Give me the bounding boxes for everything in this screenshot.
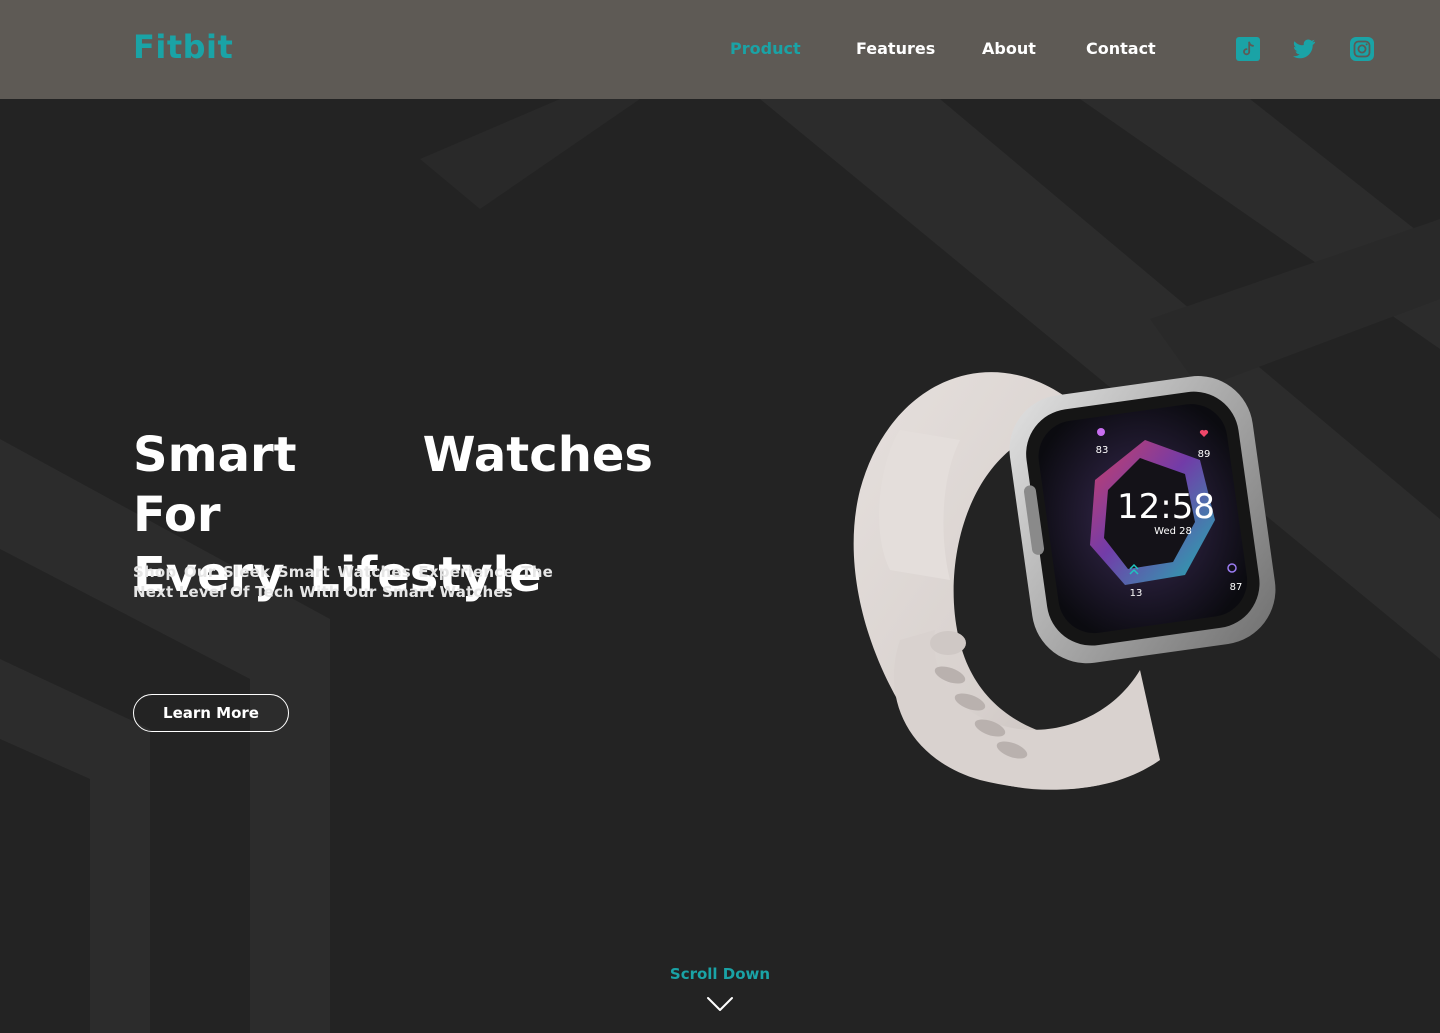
watch-stat-bottom-left: 13 (1130, 588, 1143, 599)
hero-title-line-1: Smart Watches For (133, 427, 653, 543)
nav-link-features[interactable]: Features (856, 39, 935, 58)
nav-link-contact[interactable]: Contact (1086, 39, 1156, 58)
nav-link-product[interactable]: Product (730, 39, 801, 58)
twitter-icon[interactable] (1291, 36, 1317, 62)
tiktok-icon[interactable] (1235, 36, 1261, 62)
instagram-icon[interactable] (1349, 36, 1375, 62)
hero-subtitle: Shop Our Sleek Smart Watches Experience … (133, 563, 553, 601)
watch-stat-top-right: 89 (1198, 449, 1211, 460)
watch-stat-top-left: 83 (1096, 445, 1109, 456)
learn-more-button[interactable]: Learn More (133, 694, 289, 732)
scroll-down-label[interactable]: Scroll Down (620, 965, 820, 983)
nav-links: Product Features About Contact (0, 39, 1440, 61)
top-navbar: Fitbit Product Features About Contact (0, 0, 1440, 99)
smartwatch-image: 12:58 Wed 28 83 89 13 87 (840, 340, 1280, 800)
watch-date: Wed 28 (1154, 526, 1192, 537)
nav-link-about[interactable]: About (982, 39, 1036, 58)
watch-time: 12:58 (1117, 487, 1215, 527)
watch-stat-bottom-right: 87 (1230, 582, 1243, 593)
chevron-down-icon[interactable] (706, 996, 734, 1012)
